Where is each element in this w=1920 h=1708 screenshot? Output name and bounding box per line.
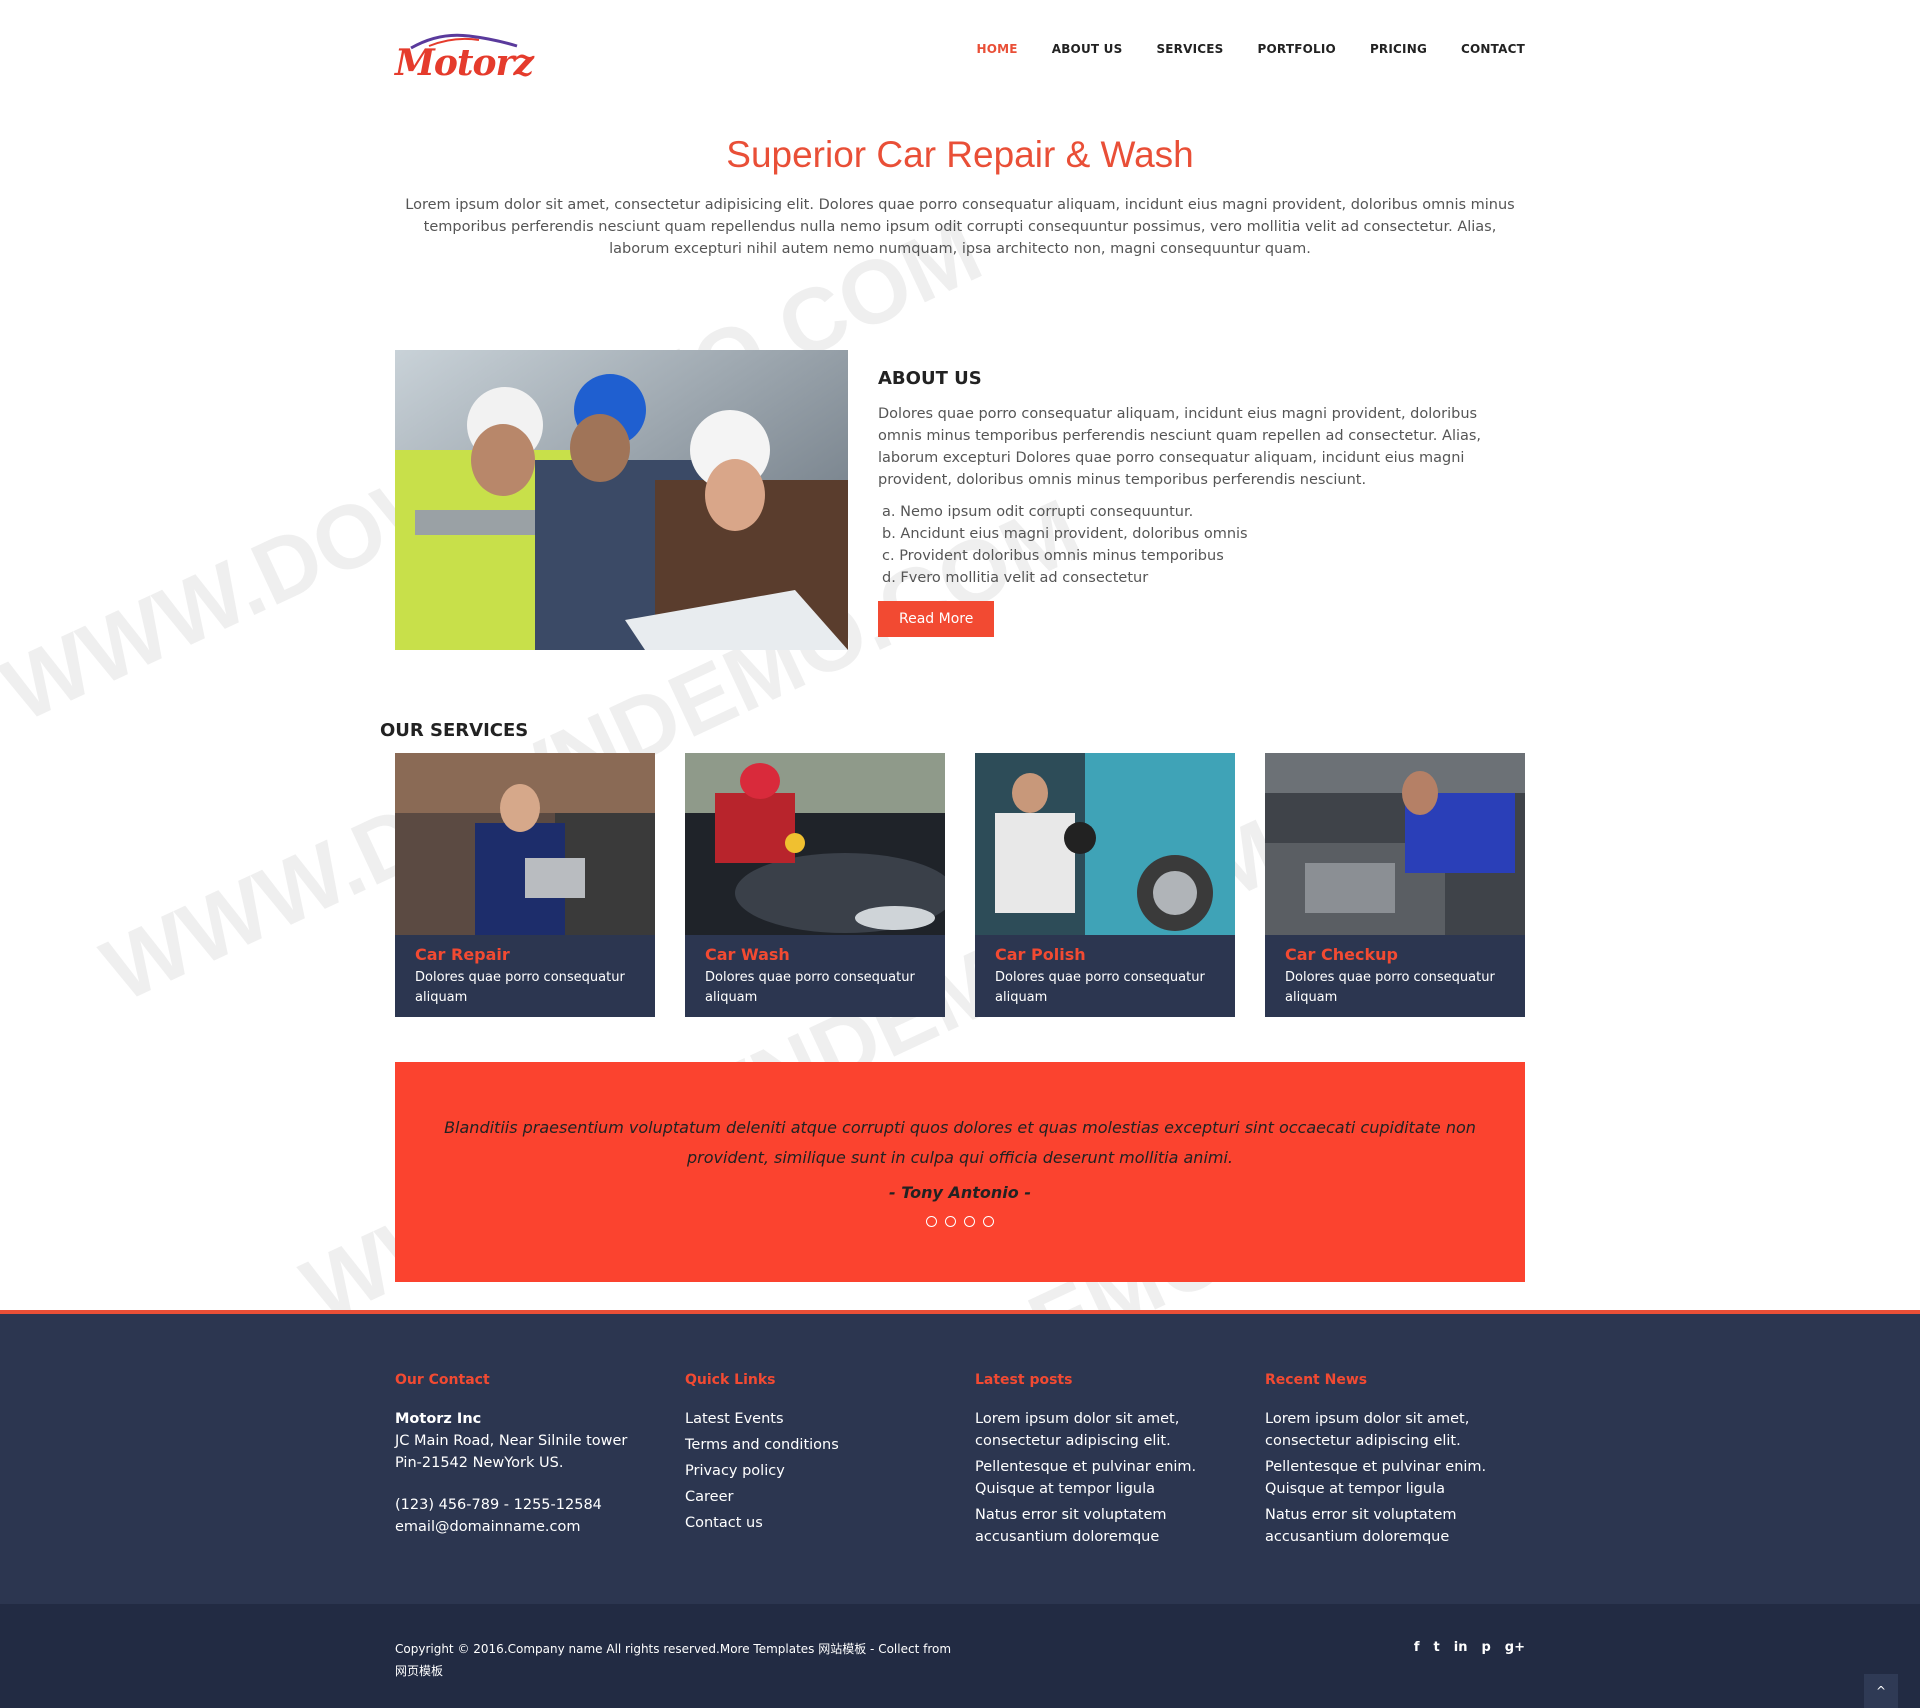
about-title: ABOUT US <box>878 368 982 389</box>
service-body: Car Polish Dolores quae porro consequatu… <box>975 935 1235 1018</box>
testimonial-slider: Blanditiis praesentium voluptatum deleni… <box>395 1062 1525 1282</box>
phone: (123) 456-789 - 1255-12584 <box>395 1497 602 1513</box>
footer-quick-links: Quick Links Latest Events Terms and cond… <box>685 1372 945 1538</box>
footer-contact: Our Contact Motorz Inc JC Main Road, Nea… <box>395 1372 655 1538</box>
service-image <box>975 753 1235 935</box>
list-item: b. Ancidunt eius magni provident, dolori… <box>882 526 1248 542</box>
main-nav: HOME ABOUT US SERVICES PORTFOLIO PRICING… <box>977 42 1525 56</box>
about-list: a. Nemo ipsum odit corrupti consequuntur… <box>878 501 1525 589</box>
service-image <box>1265 753 1525 935</box>
service-body: Car Repair Dolores quae porro consequatu… <box>395 935 655 1018</box>
header: Motorz HOME ABOUT US SERVICES PORTFOLIO … <box>0 0 1920 110</box>
service-desc: Dolores quae porro consequatur aliquam <box>705 970 915 1005</box>
service-desc: Dolores quae porro consequatur aliquam <box>1285 970 1495 1005</box>
slider-dots <box>395 1216 1525 1227</box>
quick-links-title: Quick Links <box>685 1372 776 1388</box>
nav-portfolio[interactable]: PORTFOLIO <box>1258 42 1336 56</box>
list-item: c. Provident doloribus omnis minus tempo… <box>882 548 1224 564</box>
post-link[interactable]: Natus error sit voluptatem accusantium d… <box>975 1504 1235 1548</box>
service-body: Car Wash Dolores quae porro consequatur … <box>685 935 945 1018</box>
back-to-top-button[interactable]: ^ <box>1864 1674 1898 1708</box>
slider-dot[interactable] <box>983 1216 994 1227</box>
news-link[interactable]: Pellentesque et pulvinar enim. Quisque a… <box>1265 1456 1525 1500</box>
nav-pricing[interactable]: PRICING <box>1370 42 1427 56</box>
about-image <box>395 350 848 650</box>
testimonial-quote: Blanditiis praesentium voluptatum deleni… <box>444 1118 1476 1167</box>
service-image <box>395 753 655 935</box>
linkedin-icon[interactable]: in <box>1454 1640 1468 1655</box>
services-title: OUR SERVICES <box>380 720 529 741</box>
service-card-car-wash[interactable]: Car Wash Dolores quae porro consequatur … <box>685 753 945 1017</box>
hero-text: Lorem ipsum dolor sit amet, consectetur … <box>405 197 1515 257</box>
nav-services[interactable]: SERVICES <box>1156 42 1223 56</box>
service-card-car-checkup[interactable]: Car Checkup Dolores quae porro consequat… <box>1265 753 1525 1017</box>
logo-text: Motorz <box>395 42 534 84</box>
slider-dot[interactable] <box>926 1216 937 1227</box>
car-polish-photo-icon <box>975 753 1235 935</box>
service-body: Car Checkup Dolores quae porro consequat… <box>1265 935 1525 1018</box>
service-name: Car Polish <box>995 945 1086 964</box>
post-link[interactable]: Lorem ipsum dolor sit amet, consectetur … <box>975 1408 1235 1452</box>
service-name: Car Checkup <box>1285 945 1398 964</box>
car-wash-photo-icon <box>685 753 945 935</box>
news-link[interactable]: Natus error sit voluptatem accusantium d… <box>1265 1504 1525 1548</box>
service-desc: Dolores quae porro consequatur aliquam <box>415 970 625 1005</box>
google-plus-icon[interactable]: g+ <box>1505 1640 1525 1655</box>
footer-latest-posts: Latest posts Lorem ipsum dolor sit amet,… <box>975 1372 1235 1552</box>
engineers-photo-icon <box>395 350 848 650</box>
testimonial-author: - Tony Antonio - <box>889 1183 1031 1202</box>
footer-link[interactable]: Career <box>685 1486 945 1508</box>
footer-link[interactable]: Contact us <box>685 1512 945 1534</box>
social-links: f t in p g+ <box>1414 1640 1525 1655</box>
copyright: Copyright © 2016.Company name All rights… <box>395 1642 952 1678</box>
brand-logo[interactable]: Motorz <box>395 32 535 84</box>
news-link[interactable]: Lorem ipsum dolor sit amet, consectetur … <box>1265 1408 1525 1452</box>
nav-about-us[interactable]: ABOUT US <box>1052 42 1123 56</box>
company-name: Motorz Inc <box>395 1411 482 1427</box>
address-line-2: Pin-21542 NewYork US. <box>395 1455 564 1471</box>
post-link[interactable]: Pellentesque et pulvinar enim. Quisque a… <box>975 1456 1235 1500</box>
service-name: Car Repair <box>415 945 510 964</box>
slider-dot[interactable] <box>945 1216 956 1227</box>
footer-link[interactable]: Privacy policy <box>685 1460 945 1482</box>
latest-posts-title: Latest posts <box>975 1372 1073 1388</box>
footer: Our Contact Motorz Inc JC Main Road, Nea… <box>0 1314 1920 1604</box>
twitter-icon[interactable]: t <box>1434 1640 1440 1655</box>
recent-news-title: Recent News <box>1265 1372 1368 1388</box>
hero-title: Superior Car Repair & Wash <box>726 134 1194 175</box>
bottom-bar: Copyright © 2016.Company name All rights… <box>0 1604 1920 1708</box>
footer-recent-news: Recent News Lorem ipsum dolor sit amet, … <box>1265 1372 1525 1552</box>
service-desc: Dolores quae porro consequatur aliquam <box>995 970 1205 1005</box>
nav-contact[interactable]: CONTACT <box>1461 42 1525 56</box>
pinterest-icon[interactable]: p <box>1481 1640 1490 1655</box>
facebook-icon[interactable]: f <box>1414 1640 1420 1655</box>
service-card-car-repair[interactable]: Car Repair Dolores quae porro consequatu… <box>395 753 655 1017</box>
nav-home[interactable]: HOME <box>977 42 1018 56</box>
footer-link[interactable]: Terms and conditions <box>685 1434 945 1456</box>
mechanic-laptop-photo-icon <box>395 753 655 935</box>
footer-link[interactable]: Latest Events <box>685 1408 945 1430</box>
list-item: d. Fvero mollitia velit ad consectetur <box>882 570 1149 586</box>
read-more-button[interactable]: Read More <box>878 601 995 637</box>
slider-dot[interactable] <box>964 1216 975 1227</box>
email-link[interactable]: email@domainname.com <box>395 1516 655 1538</box>
about-section: ABOUT US Dolores quae porro consequatur … <box>878 368 1525 637</box>
address-line-1: JC Main Road, Near Silnile tower <box>395 1433 628 1449</box>
about-text: Dolores quae porro consequatur aliquam, … <box>878 406 1482 488</box>
footer-contact-title: Our Contact <box>395 1372 490 1388</box>
list-item: a. Nemo ipsum odit corrupti consequuntur… <box>882 504 1194 520</box>
service-card-car-polish[interactable]: Car Polish Dolores quae porro consequatu… <box>975 753 1235 1017</box>
engine-checkup-photo-icon <box>1265 753 1525 935</box>
service-image <box>685 753 945 935</box>
service-name: Car Wash <box>705 945 790 964</box>
